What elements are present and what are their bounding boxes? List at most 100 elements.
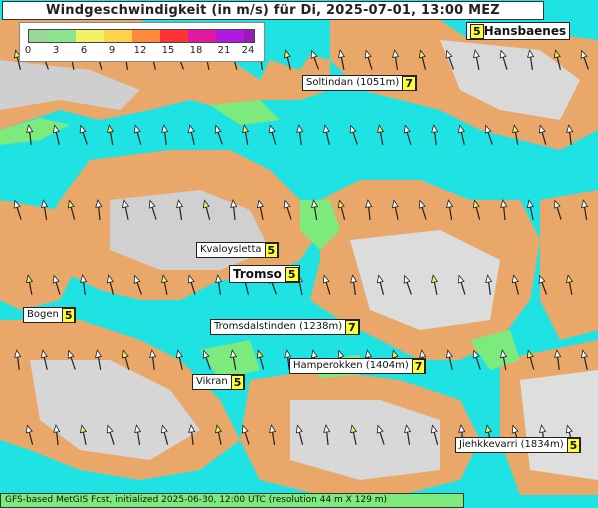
legend-tick: 12: [133, 45, 147, 56]
wind-arrow-icon: [430, 274, 439, 295]
wind-arrow-icon: [160, 274, 169, 295]
wind-arrow-icon: [121, 349, 130, 370]
wind-arrow-icon: [241, 424, 250, 445]
wind-arrow-icon: [256, 199, 264, 220]
wind-arrow-icon: [364, 49, 373, 70]
wind-arrow-icon: [79, 124, 88, 145]
wind-map: Windgeschwindigkeit (in m/s) für Di, 202…: [0, 0, 598, 508]
wind-arrow-icon: [457, 274, 466, 295]
wind-arrow-icon: [202, 199, 211, 220]
legend-tick: 15: [161, 45, 175, 56]
legend-segment-5: [160, 30, 188, 42]
wind-arrow-icon: [553, 49, 562, 70]
wind-arrow-icon: [95, 199, 103, 221]
legend-tick: 9: [108, 45, 116, 56]
legend-tick: 0: [24, 45, 32, 56]
wind-arrow-icon: [134, 424, 142, 445]
wind-arrow-icon: [187, 124, 195, 145]
wind-arrow-icon: [160, 424, 169, 445]
wind-arrow-icon: [472, 349, 481, 370]
wind-arrow-icon: [391, 199, 399, 220]
wind-arrow-icon: [52, 274, 61, 295]
wind-arrow-icon: [392, 49, 400, 70]
wind-value-badge: 7: [411, 358, 426, 374]
wind-arrow-icon: [149, 349, 157, 370]
wind-arrow-icon: [349, 424, 357, 445]
wind-arrow-icon: [365, 199, 373, 221]
wind-arrow-icon: [499, 49, 508, 70]
place-label-jiehkkevarri[interactable]: Jiehkkevarri (1834m) 5: [455, 437, 582, 453]
place-label-vikran[interactable]: Vikran 5: [192, 374, 246, 390]
wind-arrow-icon: [67, 349, 76, 370]
wind-arrow-icon: [538, 274, 547, 295]
wind-arrow-icon: [256, 349, 265, 370]
legend-segment-0: [29, 30, 48, 42]
wind-arrow-icon: [230, 199, 238, 221]
wind-arrow-icon: [80, 274, 88, 295]
place-name: Tromsdalstinden (1238m): [214, 321, 343, 332]
place-name: Jiehkkevarri (1834m): [459, 439, 564, 450]
place-name: Hansbaenes: [483, 24, 567, 38]
wind-arrow-icon: [41, 199, 49, 220]
wind-arrow-icon: [296, 124, 304, 145]
wind-arrow-icon: [445, 49, 454, 70]
wind-arrow-icon: [322, 124, 330, 145]
place-name: Bogen: [27, 309, 59, 320]
legend-tick: 18: [189, 45, 203, 56]
wind-arrow-icon: [337, 199, 346, 220]
legend-segment-4: [132, 30, 160, 42]
wind-arrow-icon: [403, 274, 412, 295]
wind-arrow-icon: [376, 424, 385, 445]
wind-arrow-icon: [133, 274, 142, 295]
wind-arrow-icon: [445, 349, 453, 370]
wind-value-badge: 5: [470, 23, 484, 39]
wind-arrow-icon: [106, 424, 115, 445]
wind-value-badge: 5: [566, 437, 581, 453]
wind-arrow-icon: [499, 349, 508, 370]
wind-value-badge: 7: [402, 75, 416, 91]
wind-arrow-icon: [283, 199, 292, 220]
wind-arrow-icon: [133, 124, 142, 145]
wind-arrow-icon: [349, 124, 358, 145]
wind-arrow-icon: [430, 424, 439, 445]
wind-arrow-icon: [350, 274, 358, 295]
place-label-tromso[interactable]: Tromso 5: [229, 265, 300, 283]
place-label-bogen[interactable]: Bogen 5: [23, 307, 77, 323]
wind-value-badge: 7: [345, 319, 359, 335]
legend-tick: 24: [241, 45, 255, 56]
wind-arrow-icon: [52, 124, 60, 145]
legend-tick: 21: [217, 45, 231, 56]
wind-value-badge: 5: [284, 266, 299, 282]
legend-segment-7: [216, 30, 244, 42]
wind-arrow-icon: [268, 124, 277, 145]
place-name: Vikran: [196, 376, 228, 387]
wind-arrow-icon: [580, 349, 588, 370]
wind-arrow-icon: [446, 199, 454, 220]
wind-arrow-icon: [565, 274, 574, 295]
place-label-hansbaenes[interactable]: 5 Hansbaenes: [466, 22, 571, 40]
place-label-hamperokken[interactable]: Hamperokken (1404m) 7: [289, 358, 427, 374]
legend-color-bar: [28, 29, 255, 43]
wind-arrow-icon: [229, 349, 238, 370]
place-label-soltindan[interactable]: Soltindan (1051m) 7: [302, 75, 417, 91]
wind-arrow-icon: [418, 199, 427, 220]
legend-segment-8: [244, 30, 254, 42]
wind-arrow-icon: [214, 424, 222, 445]
place-label-tromsdalstinden[interactable]: Tromsdalstinden (1238m) 7: [210, 319, 360, 335]
wind-arrow-icon: [485, 274, 493, 295]
wind-arrow-icon: [106, 124, 115, 145]
place-name: Tromso: [233, 267, 282, 281]
wind-arrow-icon: [554, 349, 562, 370]
legend-segment-1: [48, 30, 76, 42]
wind-arrow-icon: [67, 199, 76, 220]
wind-arrow-icon: [106, 274, 115, 295]
place-label-kvaloysletta[interactable]: Kvaloysletta 5: [196, 242, 280, 258]
wind-arrow-icon: [14, 349, 22, 370]
wind-arrow-icon: [25, 424, 34, 445]
map-title: Windgeschwindigkeit (in m/s) für Di, 202…: [2, 1, 544, 20]
wind-arrow-icon: [40, 349, 48, 370]
wind-arrow-icon: [500, 199, 508, 221]
place-name: Hamperokken (1404m): [293, 360, 409, 371]
wind-value-badge: 5: [61, 307, 76, 323]
wind-arrow-icon: [283, 49, 292, 70]
